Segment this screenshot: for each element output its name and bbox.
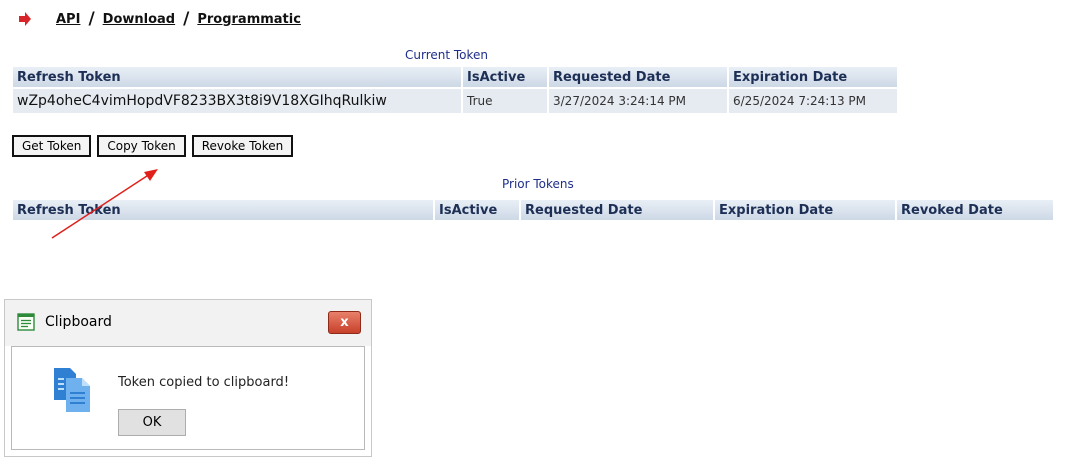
clipboard-icon	[17, 313, 35, 331]
get-token-button[interactable]: Get Token	[12, 135, 92, 157]
current-token-table: Refresh Token IsActive Requested Date Ex…	[11, 65, 899, 115]
prior-tokens-table: Refresh Token IsActive Requested Date Ex…	[11, 198, 1055, 222]
copy-token-button[interactable]: Copy Token	[97, 135, 186, 157]
refresh-token-value: wZp4oheC4vimHopdVF8233BX3t8i9V18XGIhqRul…	[13, 89, 461, 113]
ok-button[interactable]: OK	[118, 409, 186, 436]
breadcrumb-programmatic-link[interactable]: Programmatic	[197, 12, 301, 27]
column-header: Expiration Date	[715, 200, 895, 220]
arrow-right-icon	[19, 12, 31, 26]
column-header: Expiration Date	[729, 67, 897, 87]
close-icon: x	[340, 315, 349, 330]
current-token-caption: Current Token	[405, 48, 489, 62]
column-header: Refresh Token	[13, 67, 461, 87]
column-header: IsActive	[463, 67, 547, 87]
table-header-row: Refresh Token IsActive Requested Date Ex…	[13, 67, 897, 87]
revoke-token-button[interactable]: Revoke Token	[191, 135, 294, 157]
column-header: Requested Date	[521, 200, 713, 220]
close-button[interactable]: x	[328, 311, 361, 334]
breadcrumb: API / Download / Programmatic	[18, 8, 301, 30]
breadcrumb-api-link[interactable]: API	[56, 12, 80, 27]
table-row: wZp4oheC4vimHopdVF8233BX3t8i9V18XGIhqRul…	[13, 89, 897, 113]
breadcrumb-download-link[interactable]: Download	[103, 12, 175, 27]
dialog-title-bar[interactable]: Clipboard x	[5, 300, 371, 346]
column-header: Requested Date	[549, 67, 727, 87]
requested-date-value: 3/27/2024 3:24:14 PM	[549, 89, 727, 113]
dialog-message: Token copied to clipboard!	[118, 375, 290, 390]
is-active-value: True	[463, 89, 547, 113]
column-header: Refresh Token	[13, 200, 433, 220]
column-header: Revoked Date	[897, 200, 1053, 220]
breadcrumb-separator: /	[88, 9, 95, 29]
column-header: IsActive	[435, 200, 519, 220]
table-header-row: Refresh Token IsActive Requested Date Ex…	[13, 200, 1053, 220]
expiration-date-value: 6/25/2024 7:24:13 PM	[729, 89, 897, 113]
copy-documents-icon	[54, 368, 90, 412]
breadcrumb-separator: /	[183, 9, 190, 29]
dialog-title: Clipboard	[45, 314, 112, 330]
token-actions: Get Token Copy Token Revoke Token	[12, 135, 294, 157]
dialog-body: Token copied to clipboard! OK	[11, 346, 365, 450]
clipboard-dialog: Clipboard x Token copied to clipboard! O…	[4, 299, 372, 457]
prior-tokens-caption: Prior Tokens	[502, 177, 574, 191]
